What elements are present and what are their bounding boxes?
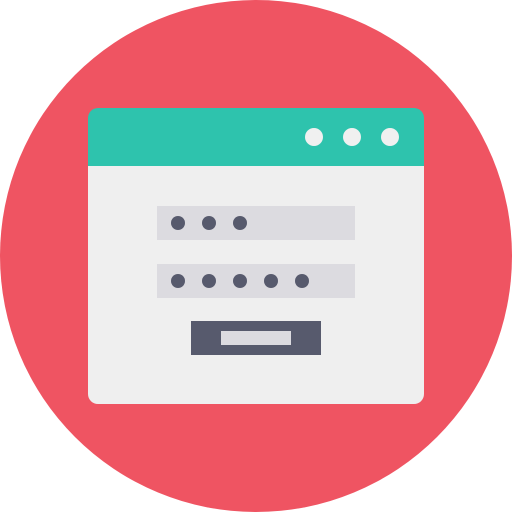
mask-dot-icon — [233, 216, 247, 230]
mask-dot-icon — [264, 274, 278, 288]
window-control-dot-3[interactable] — [381, 128, 399, 146]
mask-dot-icon — [202, 216, 216, 230]
username-field[interactable] — [157, 206, 355, 240]
mask-dot-icon — [295, 274, 309, 288]
password-field[interactable] — [157, 264, 355, 298]
window-control-dot-1[interactable] — [305, 128, 323, 146]
mask-dot-icon — [171, 216, 185, 230]
login-form — [88, 166, 424, 404]
window-titlebar — [88, 108, 424, 166]
mask-dot-icon — [233, 274, 247, 288]
mask-dot-icon — [202, 274, 216, 288]
button-label-placeholder — [221, 331, 291, 345]
window-control-dot-2[interactable] — [343, 128, 361, 146]
badge-circle — [0, 0, 512, 512]
login-button[interactable] — [191, 321, 321, 355]
browser-window — [88, 108, 424, 404]
mask-dot-icon — [171, 274, 185, 288]
